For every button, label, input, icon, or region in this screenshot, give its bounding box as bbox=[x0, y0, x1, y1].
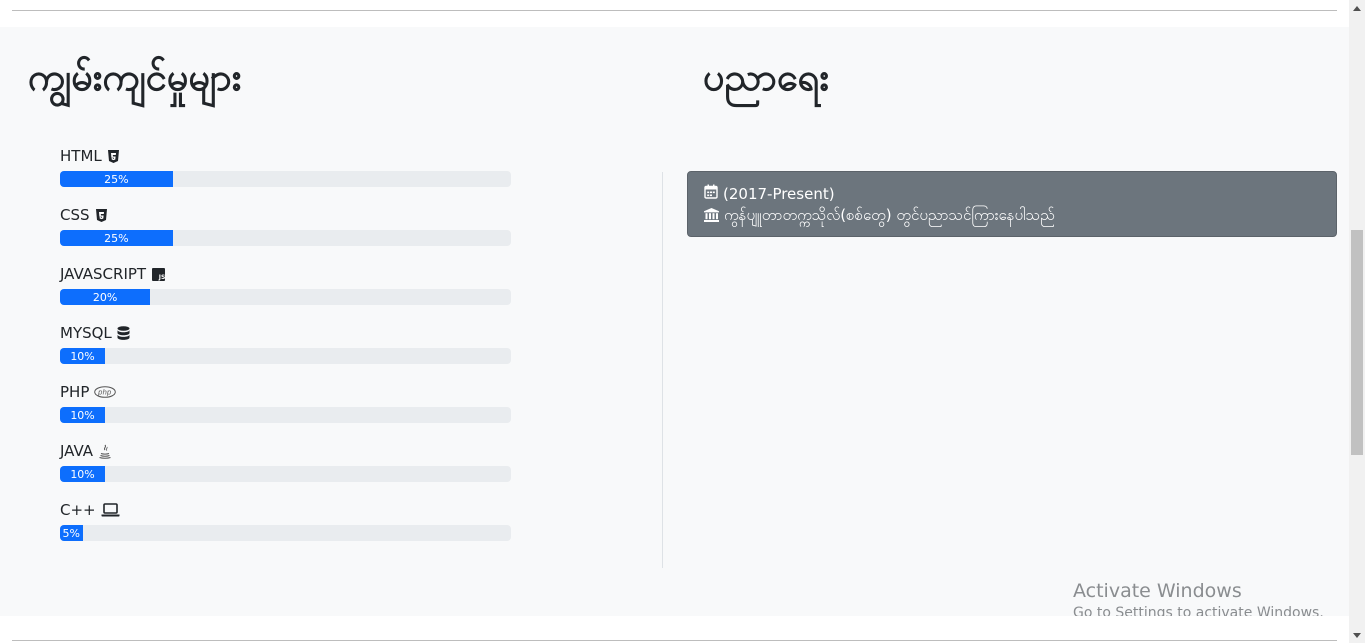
top-divider bbox=[12, 10, 1337, 11]
java-icon bbox=[98, 444, 112, 459]
skill-progress-fill: 10% bbox=[60, 407, 106, 423]
university-icon bbox=[704, 207, 719, 226]
css3-icon bbox=[95, 208, 109, 222]
education-heading: ပညာရေး bbox=[703, 55, 830, 99]
skill-label: JAVA bbox=[60, 442, 94, 460]
skill-progress-bar: 10% bbox=[60, 348, 511, 364]
skill-label: JAVASCRIPT bbox=[60, 265, 147, 283]
js-icon: JS bbox=[151, 267, 165, 281]
skill-list: HTML 25% CSS 25% JAVASCRIPT JS 20% MYSQL… bbox=[60, 145, 511, 558]
scroll-up-arrow-icon[interactable] bbox=[1349, 0, 1365, 16]
calendar-icon bbox=[704, 184, 718, 203]
skill-item-mysql: MYSQL 10% bbox=[60, 322, 511, 381]
skill-progress-fill: 10% bbox=[60, 466, 106, 482]
skill-item-java: JAVA 10% bbox=[60, 440, 511, 499]
education-period: (2017-Present) bbox=[723, 184, 835, 203]
skill-progress-bar: 25% bbox=[60, 230, 511, 246]
skill-label: C++ bbox=[60, 501, 96, 519]
skill-progress-fill: 5% bbox=[60, 525, 83, 541]
skill-label: PHP bbox=[60, 383, 90, 401]
php-icon: php bbox=[94, 385, 117, 399]
skill-progress-bar: 10% bbox=[60, 407, 511, 423]
skill-progress-bar: 20% bbox=[60, 289, 511, 305]
skill-label: CSS bbox=[60, 206, 90, 224]
skill-progress-fill: 25% bbox=[60, 171, 173, 187]
education-card: (2017-Present) ကွန်ပျူတာတက္ကသိုလ်(စစ်တွေ… bbox=[687, 171, 1337, 237]
skill-progress-bar: 25% bbox=[60, 171, 511, 187]
skill-label: MYSQL bbox=[60, 324, 112, 342]
scrollbar-thumb[interactable] bbox=[1351, 230, 1363, 455]
laptop-icon bbox=[101, 503, 121, 517]
column-divider bbox=[662, 172, 663, 568]
skills-heading: ကျွမ်းကျင်မှုများ bbox=[28, 55, 242, 99]
scroll-down-arrow-icon[interactable] bbox=[1349, 627, 1365, 643]
skill-progress-bar: 5% bbox=[60, 525, 511, 541]
watermark-title: Activate Windows bbox=[1073, 580, 1242, 602]
svg-text:php: php bbox=[97, 389, 112, 397]
skill-progress-fill: 25% bbox=[60, 230, 173, 246]
top-strip bbox=[0, 0, 1349, 27]
bottom-divider bbox=[12, 640, 1337, 641]
skill-item-php: PHP php 10% bbox=[60, 381, 511, 440]
skill-label: HTML bbox=[60, 147, 102, 165]
html5-icon bbox=[107, 149, 121, 163]
skill-progress-fill: 20% bbox=[60, 289, 151, 305]
bottom-strip bbox=[0, 616, 1349, 643]
skill-item-cpp: C++ 5% bbox=[60, 499, 511, 558]
education-institution: ကွန်ပျူတာတက္ကသိုလ်(စစ်တွေ) တွင်ပညာသင်ကြာ… bbox=[724, 205, 1055, 224]
skill-item-javascript: JAVASCRIPT JS 20% bbox=[60, 263, 511, 322]
database-icon bbox=[117, 325, 131, 340]
skill-item-css: CSS 25% bbox=[60, 204, 511, 263]
svg-text:JS: JS bbox=[157, 274, 164, 281]
skill-item-html: HTML 25% bbox=[60, 145, 511, 204]
skill-progress-fill: 10% bbox=[60, 348, 106, 364]
vertical-scrollbar[interactable] bbox=[1349, 0, 1365, 643]
skill-progress-bar: 10% bbox=[60, 466, 511, 482]
